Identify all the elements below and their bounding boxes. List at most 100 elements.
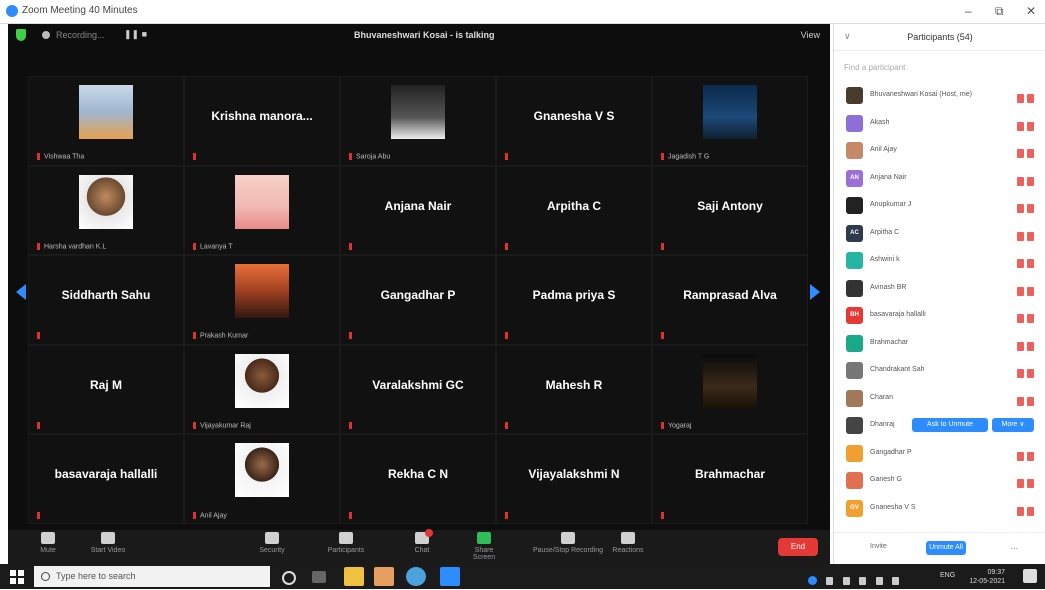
end-meeting-button[interactable]: End xyxy=(778,538,818,556)
video-tile[interactable]: Varalakshmi GC xyxy=(340,344,496,435)
participant-more-button[interactable]: More ∨ xyxy=(992,418,1034,432)
participant-row[interactable]: AC Arpitha C xyxy=(842,222,1040,246)
restore-button[interactable]: ⧉ xyxy=(995,4,1004,19)
video-tile[interactable]: Siddharth Sahu xyxy=(28,255,184,345)
man-group-photo xyxy=(235,264,289,319)
video-tile[interactable]: Jagadish T G xyxy=(652,76,808,166)
tray-chevron-icon[interactable] xyxy=(826,577,834,585)
participant-row[interactable]: Brahmachar xyxy=(842,332,1040,356)
close-button[interactable]: ✕ xyxy=(1026,4,1036,18)
video-tile[interactable]: Arpitha C xyxy=(496,165,652,256)
video-tile[interactable]: Padma priya S xyxy=(496,255,652,345)
tray-volume-icon[interactable] xyxy=(859,577,867,585)
video-tile[interactable]: basavaraja hallalli xyxy=(28,434,184,524)
notifications-icon[interactable] xyxy=(1023,569,1037,583)
taskbar-search-input[interactable]: Type here to search xyxy=(34,566,270,587)
participant-row[interactable]: Ashwini k xyxy=(842,249,1040,273)
participant-row[interactable]: Chandrakant Sah xyxy=(842,359,1040,383)
video-tile[interactable]: Saroja Abu xyxy=(340,76,496,166)
video-tile[interactable]: Harsha vardhan K.L xyxy=(28,165,184,256)
task-view-icon[interactable] xyxy=(312,571,326,583)
participant-row[interactable]: AN Anjana Nair xyxy=(842,167,1040,191)
paint-app-icon[interactable] xyxy=(374,567,394,586)
next-page-arrow-icon[interactable] xyxy=(810,284,820,300)
participant-row[interactable]: Avinash BR xyxy=(842,277,1040,301)
security-shield-icon[interactable] xyxy=(16,29,26,41)
video-off-icon xyxy=(1027,314,1034,323)
toolbar-label: Reactions xyxy=(612,547,644,554)
tray-wifi-icon[interactable] xyxy=(892,577,900,585)
chat-badge-icon xyxy=(425,529,433,537)
video-tile[interactable]: Gangadhar P xyxy=(340,255,496,345)
tray-network-icon[interactable] xyxy=(842,577,850,585)
toolbar-label: Chat xyxy=(414,547,430,554)
tray-app-icon[interactable] xyxy=(808,576,817,585)
participant-row[interactable]: Ganesh G xyxy=(842,469,1040,493)
tile-name-label xyxy=(661,332,668,340)
participant-row[interactable]: Bhuvaneshwari Kosai (Host, me) xyxy=(842,84,1040,108)
participant-search-input[interactable]: Find a participant xyxy=(844,60,1034,76)
avatar xyxy=(846,444,863,462)
video-tile[interactable]: Saji Antony xyxy=(652,165,808,256)
file-explorer-icon[interactable] xyxy=(344,567,364,586)
avatar xyxy=(846,334,863,352)
video-tile[interactable]: Prakash Kumar xyxy=(184,255,340,345)
video-tile[interactable]: Lavanya T xyxy=(184,165,340,256)
minimize-button[interactable]: – xyxy=(965,4,972,18)
participant-row[interactable]: Akash xyxy=(842,112,1040,136)
share-screen-button[interactable]: Share Screen xyxy=(464,532,504,561)
chrome-icon[interactable] xyxy=(406,567,426,586)
chevron-down-icon[interactable]: ∨ xyxy=(844,31,851,42)
prev-page-arrow-icon[interactable] xyxy=(16,284,26,300)
muted-mic-icon xyxy=(37,422,40,430)
cortana-icon[interactable] xyxy=(282,571,296,585)
clock[interactable]: 09:37 12-05-2021 xyxy=(969,568,1005,586)
video-tile[interactable]: Anjana Nair xyxy=(340,165,496,256)
avatar: AN xyxy=(846,169,863,187)
muted-mic-icon xyxy=(1017,94,1024,103)
video-tile[interactable]: Ramprasad Alva xyxy=(652,255,808,345)
start-video-button[interactable]: Start Video xyxy=(88,532,128,554)
recording-button[interactable]: Pause/Stop Recording xyxy=(528,532,608,554)
ask-to-unmute-button[interactable]: Ask to Unmute xyxy=(912,418,988,432)
reactions-button[interactable]: Reactions xyxy=(608,532,648,554)
pause-recording-icon[interactable]: ❚❚ ■ xyxy=(124,29,147,40)
video-tile[interactable]: Vishwaa Tha xyxy=(28,76,184,166)
video-tile[interactable]: Anil Ajay xyxy=(184,434,340,524)
participant-row[interactable]: BH basavaraja hallalli xyxy=(842,304,1040,328)
muted-mic-icon xyxy=(661,332,664,340)
view-button[interactable]: View xyxy=(801,30,820,40)
participants-button[interactable]: Participants xyxy=(326,532,366,554)
muted-mic-icon xyxy=(505,242,508,250)
video-tile[interactable]: Gnanesha V S xyxy=(496,76,652,166)
video-tile[interactable]: Raj M xyxy=(28,344,184,435)
video-tile[interactable]: Rekha C N xyxy=(340,434,496,524)
tile-name-label: Yogaraj xyxy=(661,422,692,429)
chat-button[interactable]: Chat xyxy=(402,529,442,554)
video-tile[interactable]: Vijayalakshmi N xyxy=(496,434,652,524)
security-button[interactable]: Security xyxy=(252,532,292,554)
more-options-button[interactable]: ... xyxy=(1010,541,1018,551)
avatar xyxy=(846,389,863,407)
language-indicator[interactable]: ENG xyxy=(940,572,955,579)
video-tile[interactable]: Yogaraj xyxy=(652,344,808,435)
invite-button[interactable]: Invite xyxy=(870,543,887,550)
windows-start-icon[interactable] xyxy=(10,570,24,584)
zoom-taskbar-icon[interactable] xyxy=(440,567,460,586)
participant-row[interactable]: Charan xyxy=(842,387,1040,411)
video-tile[interactable]: Krishna manora... xyxy=(184,76,340,166)
participant-row-name: Avinash BR xyxy=(870,283,907,291)
participant-name: Varalakshmi GC xyxy=(372,377,464,392)
tray-battery-icon[interactable] xyxy=(875,577,883,585)
video-tile[interactable]: Vijayakumar Raj xyxy=(184,344,340,435)
video-tile[interactable]: Mahesh R xyxy=(496,344,652,435)
unmute-all-button[interactable]: Unmute All xyxy=(926,541,966,555)
participant-row[interactable]: Dhanraj Ask to Unmute More ∨ xyxy=(842,414,1040,438)
participant-row[interactable]: Anil Ajay xyxy=(842,139,1040,163)
video-tile[interactable]: Brahmachar xyxy=(652,434,808,524)
avatar: GV xyxy=(846,499,863,517)
mute-button[interactable]: Mute xyxy=(28,532,68,554)
participant-row[interactable]: Gangadhar P xyxy=(842,442,1040,466)
participant-row[interactable]: Anupkumar J xyxy=(842,194,1040,218)
participant-row[interactable]: GV Gnanesha V S xyxy=(842,497,1040,521)
